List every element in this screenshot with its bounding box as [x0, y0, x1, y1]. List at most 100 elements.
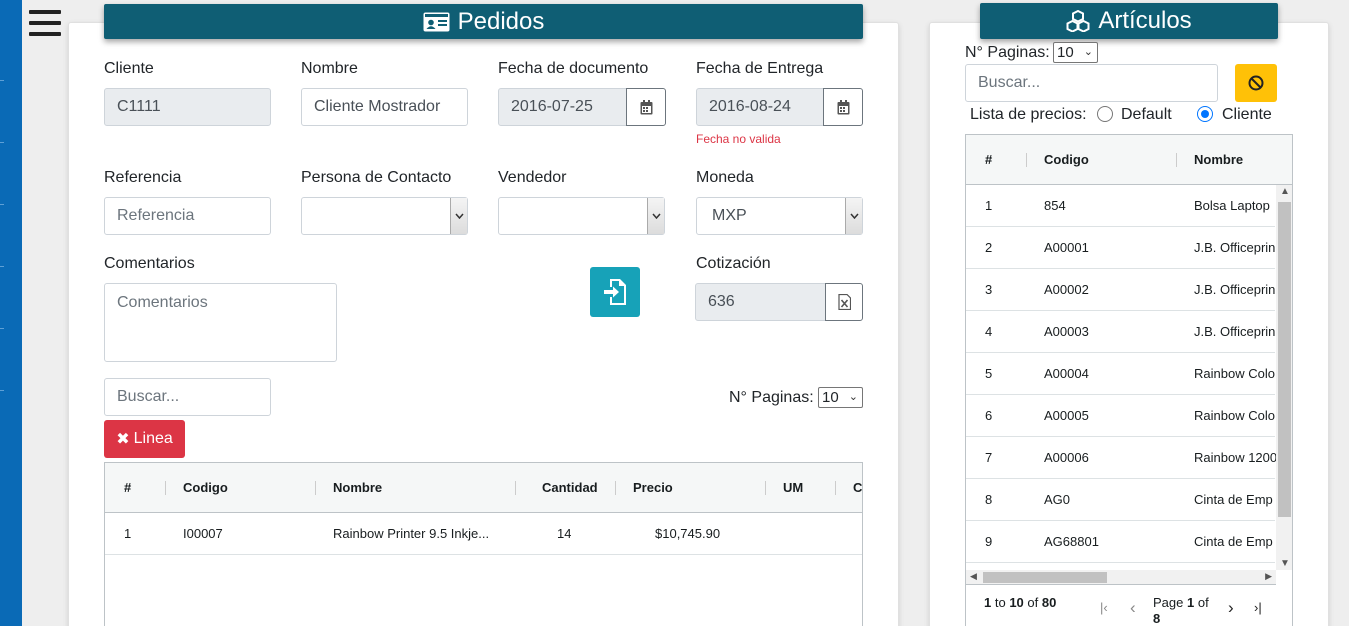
file-excel-icon	[837, 294, 851, 310]
clear-search-button[interactable]	[1235, 64, 1277, 102]
calendar-button[interactable]	[626, 88, 666, 126]
calendar-button[interactable]	[823, 88, 863, 126]
sidebar-tick	[0, 390, 4, 391]
id-card-icon	[423, 12, 450, 31]
cell-codigo: A00006	[1044, 450, 1089, 465]
paginas-value: 10	[822, 389, 839, 406]
prev-page-icon[interactable]: ‹	[1130, 598, 1136, 618]
scroll-down-icon[interactable]: ▼	[1280, 558, 1290, 569]
sidebar-tick	[0, 204, 4, 205]
articulos-paginas-select[interactable]: 10 ⌄	[1053, 42, 1098, 63]
articulos-paginas-value: 10	[1057, 44, 1074, 61]
persona-contacto-select[interactable]	[301, 197, 468, 235]
delete-line-label: Linea	[133, 430, 173, 447]
column-header[interactable]: Codigo	[183, 463, 228, 512]
scroll-thumb-horizontal[interactable]	[983, 572, 1107, 583]
column-header[interactable]: Cantidad	[542, 463, 598, 512]
cell-num: 1	[124, 526, 132, 541]
fecha-entrega-field[interactable]: 2016-08-24	[696, 88, 824, 126]
column-header[interactable]: #	[985, 135, 992, 184]
cotizacion-field[interactable]: 636	[695, 283, 826, 321]
referencia-field[interactable]: Referencia	[104, 197, 271, 235]
vendedor-select[interactable]	[498, 197, 665, 235]
persona-contacto-label: Persona de Contacto	[301, 169, 452, 186]
pedidos-header: Pedidos	[104, 4, 863, 39]
import-button[interactable]	[590, 267, 640, 317]
cell-codigo: 854	[1044, 198, 1066, 213]
table-row[interactable]: 7 A00006 Rainbow 1200	[966, 437, 1276, 479]
horizontal-scrollbar[interactable]: ◀ ▶	[966, 570, 1276, 585]
radio-default[interactable]	[1097, 106, 1113, 122]
table-row[interactable]: 8 AG0 Cinta de Emp	[966, 479, 1275, 521]
cell-num: 1	[985, 198, 993, 213]
fecha-entrega-error: Fecha no valida	[696, 132, 781, 146]
cell-cantidad: 14	[557, 526, 572, 541]
pager-total: 80	[1041, 595, 1057, 610]
column-header[interactable]: #	[124, 463, 131, 512]
scroll-right-icon[interactable]: ▶	[1265, 571, 1272, 582]
radio-cliente[interactable]	[1197, 106, 1213, 122]
paginas-label: N° Paginas:	[729, 389, 814, 406]
table-row[interactable]: 2 A00001 J.B. Officeprin	[966, 227, 1275, 269]
table-row[interactable]: 1 I00007 Rainbow Printer 9.5 Inkje... 14…	[105, 513, 862, 555]
page-title: Pedidos	[457, 7, 545, 35]
chevron-down-icon	[647, 198, 664, 234]
cell-num: 9	[985, 534, 993, 549]
column-header[interactable]: Nombre	[1194, 135, 1243, 184]
table-row[interactable]: 5 A00004 Rainbow Colo	[966, 353, 1275, 395]
delete-line-button[interactable]: ✖ Linea	[104, 420, 185, 458]
table-row[interactable]: 9 AG68801 Cinta de Emp	[966, 521, 1275, 563]
pager-page: Page 1 of 8	[1153, 595, 1213, 626]
paginas-select[interactable]: 10 ⌄	[818, 387, 863, 408]
cell-codigo: A00002	[1044, 282, 1089, 297]
vertical-scrollbar[interactable]: ▲ ▼	[1276, 185, 1292, 570]
cell-num: 7	[985, 450, 993, 465]
cell-nombre: J.B. Officeprin	[1194, 282, 1276, 297]
table-row[interactable]: 1 854 Bolsa Laptop	[966, 185, 1275, 227]
column-header[interactable]: C	[853, 463, 862, 512]
first-page-icon[interactable]: |‹	[1100, 600, 1108, 615]
scroll-left-icon[interactable]: ◀	[970, 571, 977, 582]
next-page-icon[interactable]: ›	[1228, 598, 1234, 618]
column-header[interactable]: Nombre	[333, 463, 382, 512]
chevron-down-icon: ⌄	[1083, 46, 1093, 58]
cell-codigo: A00001	[1044, 240, 1089, 255]
cell-nombre: Bolsa Laptop	[1194, 198, 1270, 213]
sidebar-tick	[0, 328, 4, 329]
nombre-label: Nombre	[301, 60, 358, 77]
calendar-icon	[837, 99, 849, 114]
pager-to: 10	[1009, 595, 1024, 610]
articulos-search-input[interactable]: Buscar...	[965, 64, 1218, 102]
comentarios-textarea[interactable]: Comentarios	[104, 283, 337, 362]
articulos-grid: # Codigo Nombre 1 854 Bolsa Laptop 2 A00001 J…	[965, 134, 1293, 626]
grid-header: # Codigo Nombre Cantidad Precio UM C	[105, 463, 862, 513]
cell-num: 8	[985, 492, 993, 507]
hamburger-menu-icon[interactable]	[29, 10, 61, 38]
table-row[interactable]: 4 A00003 J.B. Officeprin	[966, 311, 1275, 353]
articulos-paginas-label: N° Paginas:	[965, 44, 1050, 61]
cell-nombre: Cinta de Emp	[1194, 534, 1273, 549]
radio-cliente-label: Cliente	[1222, 106, 1272, 123]
cell-nombre: Rainbow Colo	[1194, 366, 1275, 381]
column-header[interactable]: Precio	[633, 463, 673, 512]
scroll-up-icon[interactable]: ▲	[1280, 186, 1290, 197]
fecha-documento-field[interactable]: 2016-07-25	[498, 88, 627, 126]
moneda-select[interactable]: MXP	[696, 197, 863, 235]
last-page-icon[interactable]: ›|	[1254, 600, 1262, 615]
scroll-thumb[interactable]	[1278, 202, 1291, 517]
cell-num: 5	[985, 366, 993, 381]
sidebar-tick	[0, 266, 4, 267]
column-header[interactable]: UM	[783, 463, 803, 512]
column-header[interactable]: Codigo	[1044, 135, 1089, 184]
table-row[interactable]: 3 A00002 J.B. Officeprin	[966, 269, 1275, 311]
vendedor-label: Vendedor	[498, 169, 567, 186]
table-row[interactable]: 6 A00005 Rainbow Colo	[966, 395, 1275, 437]
excel-button[interactable]	[825, 283, 863, 321]
cell-nombre: J.B. Officeprin	[1194, 324, 1276, 339]
cotizacion-label: Cotización	[696, 255, 771, 272]
pager-from: 1	[984, 595, 992, 610]
cliente-field[interactable]: C1111	[104, 88, 271, 126]
nombre-field[interactable]: Cliente Mostrador	[301, 88, 468, 126]
cell-nombre: Rainbow Printer 9.5 Inkje...	[333, 526, 490, 541]
lines-search-input[interactable]: Buscar...	[104, 378, 271, 416]
